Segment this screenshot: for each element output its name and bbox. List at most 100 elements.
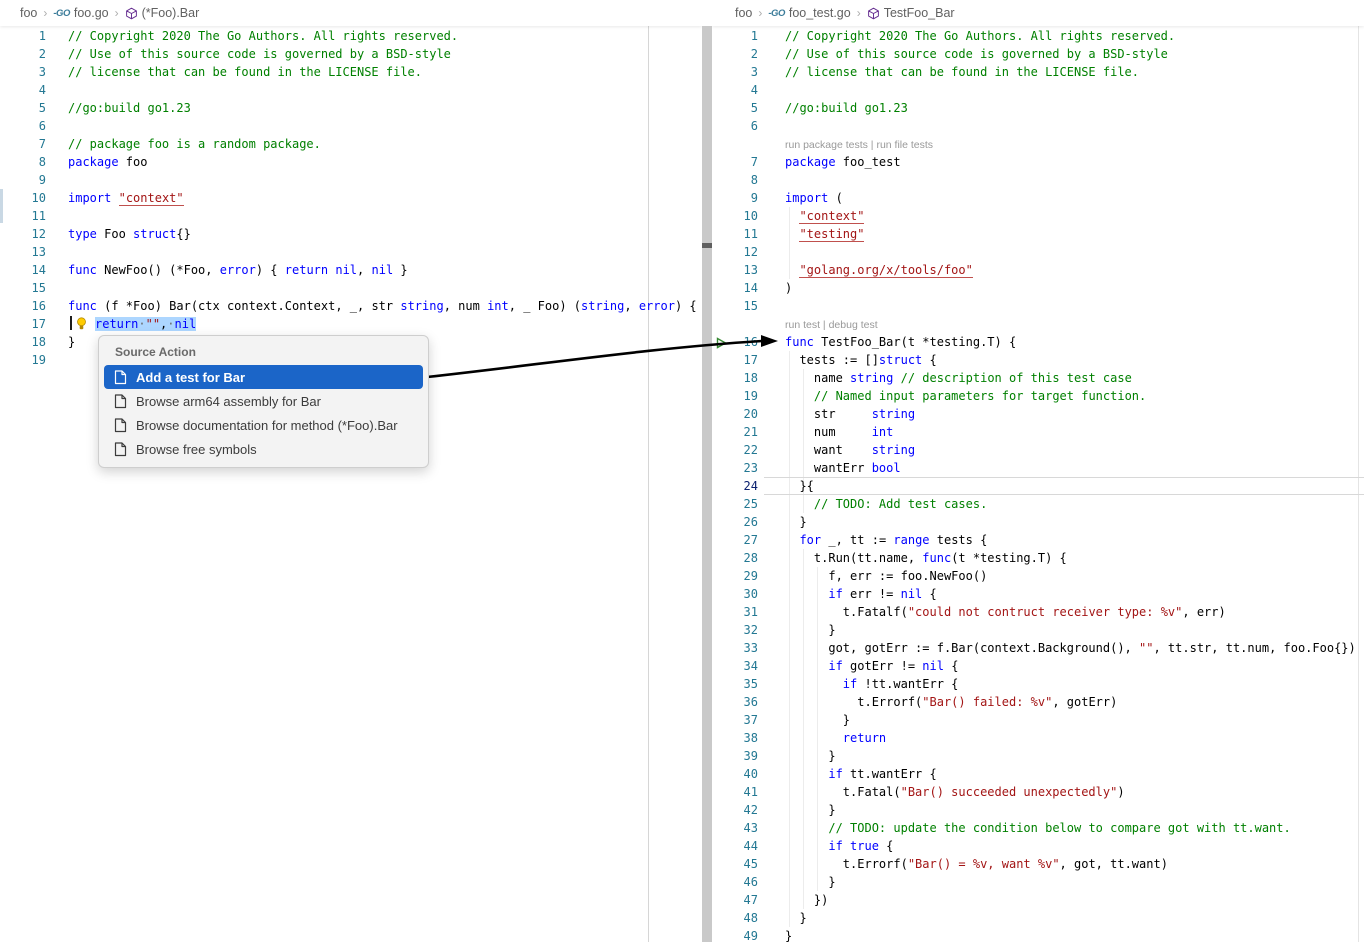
breadcrumb-item[interactable]: TestFoo_Bar	[867, 6, 955, 20]
breadcrumb-item[interactable]: foo	[20, 6, 37, 20]
code-line[interactable]: 10import "context"	[0, 189, 702, 207]
code-line[interactable]: 26 }	[712, 513, 1364, 531]
code-line[interactable]: 2// Use of this source code is governed …	[712, 45, 1364, 63]
new-file-icon	[114, 442, 127, 457]
line-number: 7	[751, 155, 758, 169]
selected-text: return·"",·nil	[95, 317, 196, 331]
editor-pane-foo-go[interactable]: foo›-GOfoo.go›(*Foo).Bar 1// Copyright 2…	[0, 0, 702, 942]
menu-item-browse-free-symbols[interactable]: Browse free symbols	[104, 437, 423, 461]
line-number: 46	[744, 875, 758, 889]
code-line[interactable]: 16func TestFoo_Bar(t *testing.T) {	[712, 333, 1364, 351]
code-line[interactable]: 19 // Named input parameters for target …	[712, 387, 1364, 405]
code-line[interactable]: 40 if tt.wantErr {	[712, 765, 1364, 783]
code-line[interactable]: 47 })	[712, 891, 1364, 909]
code-line[interactable]: 18 name string // description of this te…	[712, 369, 1364, 387]
code-line[interactable]: 17return·"",·nil	[0, 315, 702, 333]
code-line[interactable]: 7// package foo is a random package.	[0, 135, 702, 153]
editor-sash[interactable]	[702, 26, 712, 942]
code-line[interactable]: 6	[0, 117, 702, 135]
breadcrumb-item[interactable]: (*Foo).Bar	[125, 6, 200, 20]
code-line[interactable]: 25 // TODO: Add test cases.	[712, 495, 1364, 513]
menu-item-add-a-test-for-bar[interactable]: Add a test for Bar	[104, 365, 423, 389]
code-line[interactable]: 12	[712, 243, 1364, 261]
code-line[interactable]: 5//go:build go1.23	[0, 99, 702, 117]
code-line[interactable]: 29 f, err := foo.NewFoo()	[712, 567, 1364, 585]
code-line[interactable]: 48 }	[712, 909, 1364, 927]
code-line[interactable]: 42 }	[712, 801, 1364, 819]
breadcrumb-item[interactable]: -GOfoo_test.go	[768, 6, 850, 20]
code-line[interactable]: 36 t.Errorf("Bar() failed: %v", gotErr)	[712, 693, 1364, 711]
line-number: 16	[32, 299, 46, 313]
line-number: 20	[744, 407, 758, 421]
code-line[interactable]: 33 got, gotErr := f.Bar(context.Backgrou…	[712, 639, 1364, 657]
codelens[interactable]: run test | debug test	[712, 315, 1364, 333]
codelens[interactable]: run package tests | run file tests	[712, 135, 1364, 153]
code-line[interactable]: 49}	[712, 927, 1364, 942]
code-line[interactable]: 39 }	[712, 747, 1364, 765]
line-number: 9	[751, 191, 758, 205]
menu-item-browse-arm64-assembly-for-bar[interactable]: Browse arm64 assembly for Bar	[104, 389, 423, 413]
code-line[interactable]: 3// license that can be found in the LIC…	[0, 63, 702, 81]
line-number: 13	[744, 263, 758, 277]
code-line[interactable]: 13	[0, 243, 702, 261]
code-line[interactable]: 41 t.Fatal("Bar() succeeded unexpectedly…	[712, 783, 1364, 801]
code-line[interactable]: 11	[0, 207, 702, 225]
code-line[interactable]: 9	[0, 171, 702, 189]
code-line[interactable]: 43 // TODO: update the condition below t…	[712, 819, 1364, 837]
code-line[interactable]: 37 }	[712, 711, 1364, 729]
code-line[interactable]: 28 t.Run(tt.name, func(t *testing.T) {	[712, 549, 1364, 567]
code-line[interactable]: 16func (f *Foo) Bar(ctx context.Context,…	[0, 297, 702, 315]
code-line[interactable]: 22 want string	[712, 441, 1364, 459]
code-line[interactable]: 8	[712, 171, 1364, 189]
editor-pane-foo-test-go[interactable]: foo›-GOfoo_test.go›TestFoo_Bar 1// Copyr…	[712, 0, 1364, 942]
breadcrumb-item[interactable]: -GOfoo.go	[53, 6, 108, 20]
line-number: 18	[32, 335, 46, 349]
code-line[interactable]: 14)	[712, 279, 1364, 297]
line-number: 14	[32, 263, 46, 277]
line-number: 8	[751, 173, 758, 187]
line-number: 47	[744, 893, 758, 907]
line-number: 43	[744, 821, 758, 835]
code-line[interactable]: 1// Copyright 2020 The Go Authors. All r…	[0, 27, 702, 45]
code-line[interactable]: 9import (	[712, 189, 1364, 207]
code-line[interactable]: 14func NewFoo() (*Foo, error) { return n…	[0, 261, 702, 279]
line-number: 2	[39, 47, 46, 61]
code-line[interactable]: 30 if err != nil {	[712, 585, 1364, 603]
code-line[interactable]: 34 if gotErr != nil {	[712, 657, 1364, 675]
code-line[interactable]: 17 tests := []struct {	[712, 351, 1364, 369]
code-line[interactable]: 12type Foo struct{}	[0, 225, 702, 243]
code-line[interactable]: 21 num int	[712, 423, 1364, 441]
code-line[interactable]: 46 }	[712, 873, 1364, 891]
code-line[interactable]: 8package foo	[0, 153, 702, 171]
breadcrumb-item[interactable]: foo	[735, 6, 752, 20]
code-line[interactable]: 44 if true {	[712, 837, 1364, 855]
code-line[interactable]: 15	[712, 297, 1364, 315]
code-line[interactable]: 27 for _, tt := range tests {	[712, 531, 1364, 549]
line-number: 6	[39, 119, 46, 133]
line-number: 16	[744, 335, 758, 349]
code-line[interactable]: 2// Use of this source code is governed …	[0, 45, 702, 63]
code-line[interactable]: 1// Copyright 2020 The Go Authors. All r…	[712, 27, 1364, 45]
code-line[interactable]: 11 "testing"	[712, 225, 1364, 243]
code-line[interactable]: 23 wantErr bool	[712, 459, 1364, 477]
code-line[interactable]: 4	[0, 81, 702, 99]
line-number: 36	[744, 695, 758, 709]
code-line[interactable]: 38 return	[712, 729, 1364, 747]
code-line[interactable]: 15	[0, 279, 702, 297]
code-line[interactable]: 24 }{	[712, 477, 1364, 495]
code-line[interactable]: 4	[712, 81, 1364, 99]
code-line[interactable]: 5//go:build go1.23	[712, 99, 1364, 117]
code-line[interactable]: 32 }	[712, 621, 1364, 639]
lightbulb-icon[interactable]	[75, 317, 88, 330]
code-line[interactable]: 20 str string	[712, 405, 1364, 423]
code-line[interactable]: 45 t.Errorf("Bar() = %v, want %v", got, …	[712, 855, 1364, 873]
code-line[interactable]: 7package foo_test	[712, 153, 1364, 171]
line-number: 18	[744, 371, 758, 385]
code-line[interactable]: 10 "context"	[712, 207, 1364, 225]
code-line[interactable]: 13 "golang.org/x/tools/foo"	[712, 261, 1364, 279]
code-line[interactable]: 35 if !tt.wantErr {	[712, 675, 1364, 693]
code-line[interactable]: 31 t.Fatalf("could not contruct receiver…	[712, 603, 1364, 621]
code-line[interactable]: 3// license that can be found in the LIC…	[712, 63, 1364, 81]
menu-item-browse-documentation-for-method-foo-bar[interactable]: Browse documentation for method (*Foo).B…	[104, 413, 423, 437]
code-line[interactable]: 6	[712, 117, 1364, 135]
